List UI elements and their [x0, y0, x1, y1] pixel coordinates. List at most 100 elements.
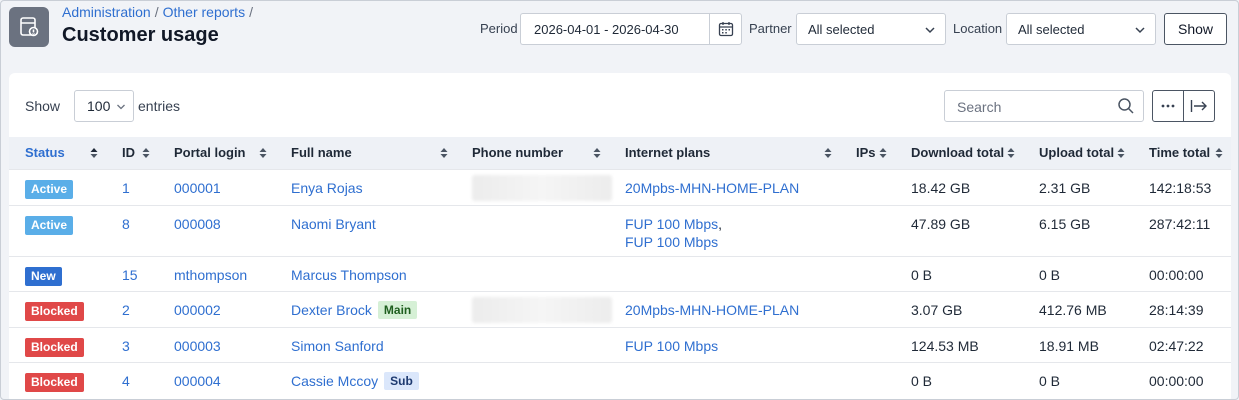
search-icon[interactable]	[1117, 97, 1135, 115]
search-input[interactable]	[957, 99, 1107, 115]
customer-id-link[interactable]: 8	[122, 216, 130, 232]
column-header-time-total[interactable]: Time total	[1133, 137, 1231, 169]
column-header-label: Internet plans	[625, 145, 711, 161]
app-frame: Administration / Other reports / Customer u…	[0, 0, 1239, 400]
customer-usage-table: Status ID Portal login Full name Phone numbe…	[9, 137, 1231, 397]
more-options-button[interactable]	[1153, 91, 1183, 121]
table-row[interactable]: Blocked 3 000003 Simon Sanford FUP 100 Mbps 1…	[9, 326, 1231, 362]
full-name-cell: Cassie Mccoy Sub	[275, 361, 456, 397]
chevron-down-icon	[925, 27, 935, 34]
period-input[interactable]: 2026-04-01 - 2026-04-30	[520, 13, 710, 45]
portal-login-cell: mthompson	[158, 255, 275, 291]
column-header-id[interactable]: ID	[106, 137, 158, 169]
internet-plan-link[interactable]: 20Mpbs-MHN-HOME-PLAN	[625, 180, 799, 196]
status-cell: Blocked	[9, 361, 106, 397]
customer-id-link[interactable]: 15	[122, 267, 138, 283]
customer-name-link[interactable]: Naomi Bryant	[291, 216, 376, 232]
column-header-label: IPs	[856, 145, 876, 161]
customer-tag-badge: Main	[377, 300, 418, 319]
partner-select[interactable]: All selected	[796, 13, 946, 45]
column-header-portal-login[interactable]: Portal login	[158, 137, 275, 169]
column-header-status[interactable]: Status	[9, 137, 106, 169]
customer-name-link[interactable]: Dexter Brock	[291, 302, 372, 318]
internet-plan-link[interactable]: FUP 100 Mbps	[625, 234, 718, 250]
phone-cell	[456, 326, 609, 362]
id-cell: 8	[106, 204, 158, 256]
show-button[interactable]: Show	[1164, 13, 1227, 45]
sort-icon	[593, 148, 601, 158]
sort-icon	[440, 148, 448, 158]
portal-login-link[interactable]: mthompson	[174, 267, 247, 283]
table-tools	[1152, 90, 1215, 122]
table-row[interactable]: Active 1 000001 Enya Rojas 20Mpbs-MHN-HOME-P…	[9, 168, 1231, 205]
status-badge: Active	[25, 179, 74, 199]
upload-total-cell: 6.15 GB	[1023, 204, 1133, 256]
id-cell: 3	[106, 326, 158, 362]
column-header-internet-plans[interactable]: Internet plans	[609, 137, 840, 169]
upload-total-cell: 0 B	[1023, 361, 1133, 397]
column-header-label: Download total	[911, 145, 1005, 161]
full-name-cell: Enya Rojas	[275, 168, 456, 205]
portal-login-cell: 000002	[158, 290, 275, 327]
ips-cell	[840, 361, 895, 397]
export-button[interactable]	[1183, 91, 1214, 121]
internet-plan-link[interactable]: FUP 100 Mbps	[625, 216, 718, 232]
partner-select-value: All selected	[808, 22, 875, 37]
table-row[interactable]: Blocked 4 000004 Cassie Mccoy Sub 0 B0 B 00:00…	[9, 361, 1231, 397]
id-cell: 2	[106, 290, 158, 327]
calendar-button[interactable]	[709, 13, 742, 45]
download-total-cell: 18.42 GB	[895, 168, 1023, 205]
table-row[interactable]: Active 8 000008 Naomi Bryant FUP 100 Mbps, FU…	[9, 204, 1231, 256]
status-badge: Blocked	[25, 372, 84, 392]
status-cell: New	[9, 255, 106, 291]
upload-total-cell: 2.31 GB	[1023, 168, 1133, 205]
column-header-ips[interactable]: IPs	[840, 137, 895, 169]
customer-id-link[interactable]: 1	[122, 180, 130, 196]
portal-login-link[interactable]: 000008	[174, 216, 221, 232]
full-name-cell: Simon Sanford	[275, 326, 456, 362]
status-badge: New	[25, 266, 62, 286]
table-row[interactable]: Blocked 2 000002 Dexter Brock Main 20Mpbs-MHN…	[9, 290, 1231, 327]
customer-id-link[interactable]: 2	[122, 302, 130, 318]
download-total-cell: 0 B	[895, 361, 1023, 397]
column-header-label: Phone number	[472, 145, 564, 161]
ips-cell	[840, 255, 895, 291]
internet-plans-cell: 20Mpbs-MHN-HOME-PLAN	[609, 168, 840, 205]
customer-id-link[interactable]: 4	[122, 373, 130, 389]
column-header-phone-number[interactable]: Phone number	[456, 137, 609, 169]
download-total-cell: 47.89 GB	[895, 204, 1023, 256]
column-header-upload-total[interactable]: Upload total	[1023, 137, 1133, 169]
phone-cell	[456, 290, 612, 327]
internet-plans-cell	[609, 255, 840, 291]
sort-icon	[142, 148, 150, 158]
entries-select[interactable]: 100	[74, 90, 134, 122]
portal-login-link[interactable]: 000002	[174, 302, 221, 318]
entries-value: 100	[87, 98, 111, 114]
sort-icon	[1117, 148, 1125, 158]
id-cell: 4	[106, 361, 158, 397]
customer-name-link[interactable]: Marcus Thompson	[291, 267, 407, 283]
status-cell: Blocked	[9, 326, 106, 362]
portal-login-link[interactable]: 000004	[174, 373, 221, 389]
internet-plan-link[interactable]: 20Mpbs-MHN-HOME-PLAN	[625, 302, 799, 318]
phone-cell	[456, 255, 609, 291]
column-header-download-total[interactable]: Download total	[895, 137, 1023, 169]
location-select[interactable]: All selected	[1006, 13, 1156, 45]
column-header-full-name[interactable]: Full name	[275, 137, 456, 169]
customer-tag-badge: Sub	[384, 371, 419, 390]
internet-plan-link[interactable]: FUP 100 Mbps	[625, 338, 718, 354]
status-cell: Blocked	[9, 290, 106, 327]
portal-login-link[interactable]: 000001	[174, 180, 221, 196]
time-total-cell: 02:47:22	[1133, 326, 1231, 362]
table-row[interactable]: New 15 mthompson Marcus Thompson 0 B0 B 00:00…	[9, 255, 1231, 291]
customer-id-link[interactable]: 3	[122, 338, 130, 354]
sort-icon	[259, 148, 267, 158]
customer-name-link[interactable]: Cassie Mccoy	[291, 373, 378, 389]
page-header: Administration / Other reports / Customer u…	[1, 1, 1238, 61]
customer-name-link[interactable]: Simon Sanford	[291, 338, 384, 354]
status-badge: Blocked	[25, 301, 84, 321]
customer-name-link[interactable]: Enya Rojas	[291, 180, 363, 196]
table-toolbar: Show 100 entries	[9, 73, 1231, 137]
portal-login-link[interactable]: 000003	[174, 338, 221, 354]
download-total-cell: 0 B	[895, 255, 1023, 291]
